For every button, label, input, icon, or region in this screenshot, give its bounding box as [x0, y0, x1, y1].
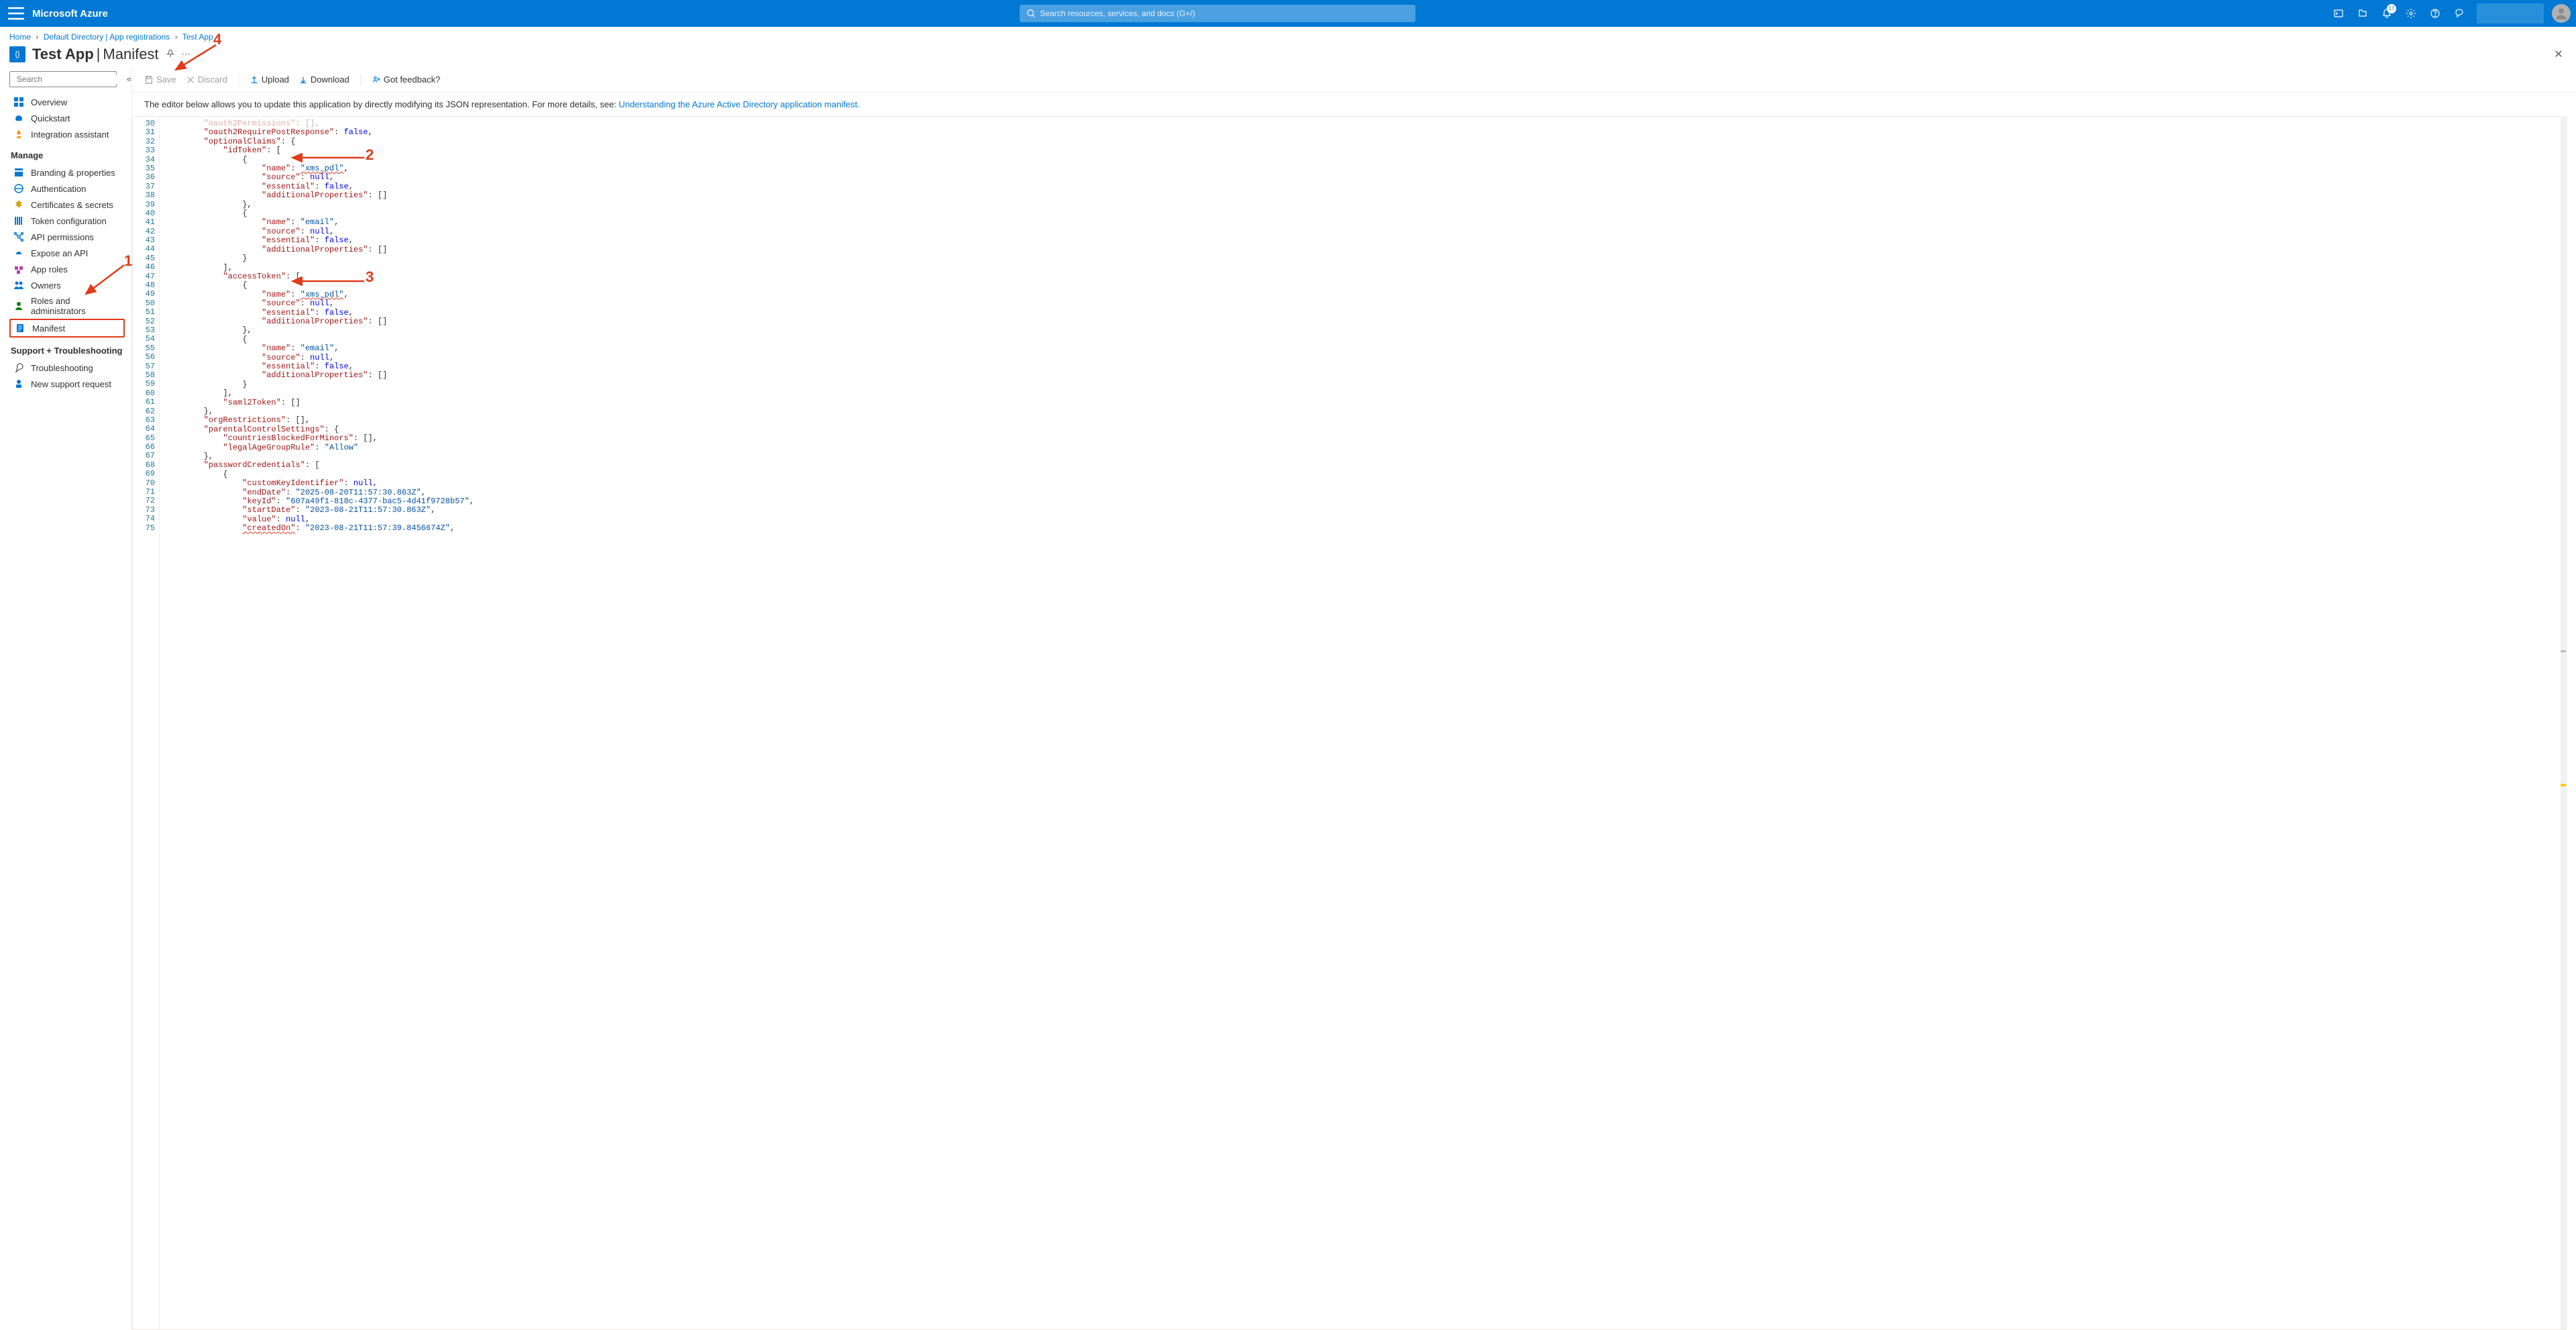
editor-description: The editor below allows you to update th…: [132, 93, 2576, 116]
breadcrumb-home[interactable]: Home: [9, 32, 31, 42]
scrollbar-mark: [2561, 650, 2566, 652]
sidebar-item-overview[interactable]: Overview: [9, 94, 125, 110]
notifications-icon[interactable]: 17: [2376, 3, 2398, 24]
sidebar-item-label: Authentication: [31, 184, 86, 194]
upload-icon: [250, 75, 259, 85]
notif-count: 17: [2387, 4, 2396, 13]
support-icon: [13, 378, 24, 389]
sidebar-item-expose-api[interactable]: Expose an API: [9, 245, 125, 261]
auth-icon: [13, 183, 24, 194]
roles-icon: [13, 301, 24, 311]
overview-icon: [13, 97, 24, 107]
directories-icon[interactable]: [2352, 3, 2373, 24]
download-button[interactable]: Download: [299, 74, 350, 85]
section-manage: Manage: [11, 150, 125, 160]
settings-icon[interactable]: [2400, 3, 2422, 24]
feedback-icon: [372, 75, 381, 85]
sidebar-item-label: Quickstart: [31, 113, 70, 123]
account-label[interactable]: [2477, 3, 2544, 23]
toolbar: Save Discard Upload Download Got feedbac…: [132, 67, 2576, 93]
sidebar-item-troubleshooting[interactable]: Troubleshooting: [9, 360, 125, 376]
cloud-shell-icon[interactable]: [2328, 3, 2349, 24]
certificates-icon: [13, 199, 24, 210]
scrollbar-track[interactable]: [2561, 117, 2566, 1329]
rocket-icon: [13, 129, 24, 140]
sidebar-item-support-request[interactable]: New support request: [9, 376, 125, 392]
avatar[interactable]: [2552, 4, 2571, 23]
content-pane: Save Discard Upload Download Got feedbac…: [131, 67, 2576, 1330]
owners-icon: [13, 280, 24, 291]
pin-icon[interactable]: [166, 49, 175, 60]
app-roles-icon: [13, 264, 24, 274]
api-permissions-icon: [13, 232, 24, 242]
sidebar-item-owners[interactable]: Owners: [9, 277, 125, 293]
sidebar-search[interactable]: [9, 71, 117, 87]
sidebar-item-label: Overview: [31, 97, 67, 107]
sidebar-item-quickstart[interactable]: Quickstart: [9, 110, 125, 126]
sidebar-item-label: Troubleshooting: [31, 363, 93, 373]
discard-button[interactable]: Discard: [186, 74, 227, 85]
feedback-icon[interactable]: [2449, 3, 2470, 24]
scrollbar-mark: [2561, 784, 2566, 786]
sidebar-item-label: Branding & properties: [31, 168, 115, 178]
quickstart-icon: [13, 113, 24, 123]
page-title: Test App|Manifest: [32, 46, 159, 63]
feedback-button[interactable]: Got feedback?: [372, 74, 441, 85]
app-icon: {}: [9, 46, 25, 62]
save-button[interactable]: Save: [144, 74, 176, 85]
upload-button[interactable]: Upload: [250, 74, 289, 85]
search-icon: [1026, 9, 1036, 18]
sidebar-item-manifest[interactable]: Manifest: [9, 319, 125, 338]
sidebar-item-authentication[interactable]: Authentication: [9, 181, 125, 197]
discard-icon: [186, 75, 195, 85]
sidebar-item-label: Manifest: [32, 323, 65, 334]
global-search-input[interactable]: [1040, 9, 1409, 18]
sidebar-item-app-roles[interactable]: App roles: [9, 261, 125, 277]
breadcrumb-app[interactable]: Test App: [182, 32, 213, 42]
section-support: Support + Troubleshooting: [11, 346, 125, 356]
sidebar-item-certificates[interactable]: Certificates & secrets: [9, 197, 125, 213]
sidebar: « Overview Quickstart Integration assist…: [0, 67, 131, 1330]
global-search[interactable]: [1020, 5, 1415, 22]
sidebar-item-label: Integration assistant: [31, 130, 109, 140]
save-icon: [144, 75, 154, 85]
sidebar-item-label: API permissions: [31, 232, 94, 242]
sidebar-item-label: Token configuration: [31, 216, 107, 226]
help-icon[interactable]: [2424, 3, 2446, 24]
download-icon: [299, 75, 308, 85]
sidebar-item-label: Certificates & secrets: [31, 200, 113, 210]
sidebar-item-label: Roles and administrators: [31, 296, 121, 316]
sidebar-item-label: New support request: [31, 379, 111, 389]
branding-icon: [13, 167, 24, 178]
top-bar: Microsoft Azure 17: [0, 0, 2576, 27]
collapse-sidebar-icon[interactable]: «: [127, 74, 131, 84]
breadcrumb: Home › Default Directory | App registrat…: [0, 27, 2576, 44]
sidebar-item-label: App roles: [31, 264, 68, 274]
token-icon: [13, 215, 24, 226]
sidebar-item-token[interactable]: Token configuration: [9, 213, 125, 229]
sidebar-search-input[interactable]: [17, 74, 121, 84]
code-area[interactable]: "oauth2Permissions": [], "oauth2RequireP…: [160, 117, 2566, 1329]
close-icon[interactable]: ✕: [2551, 46, 2567, 62]
sidebar-item-roles[interactable]: Roles and administrators: [9, 293, 125, 319]
sidebar-item-label: Owners: [31, 280, 61, 291]
breadcrumb-directory[interactable]: Default Directory | App registrations: [44, 32, 170, 42]
sidebar-item-branding[interactable]: Branding & properties: [9, 164, 125, 181]
more-icon[interactable]: ⋯: [182, 49, 191, 60]
sidebar-item-label: Expose an API: [31, 248, 88, 258]
menu-icon[interactable]: [5, 3, 27, 24]
troubleshooting-icon: [13, 362, 24, 373]
sidebar-item-integration[interactable]: Integration assistant: [9, 126, 125, 142]
page-header: {} Test App|Manifest ⋯ ✕: [0, 44, 2576, 67]
expose-api-icon: [13, 248, 24, 258]
manifest-icon: [15, 323, 25, 334]
manifest-editor[interactable]: 3031323334353637383940414243444546474849…: [132, 116, 2567, 1330]
sidebar-item-api-permissions[interactable]: API permissions: [9, 229, 125, 245]
brand-label[interactable]: Microsoft Azure: [32, 8, 108, 19]
manifest-doc-link[interactable]: Understanding the Azure Active Directory…: [619, 99, 859, 109]
line-gutter: 3031323334353637383940414243444546474849…: [133, 117, 160, 1329]
